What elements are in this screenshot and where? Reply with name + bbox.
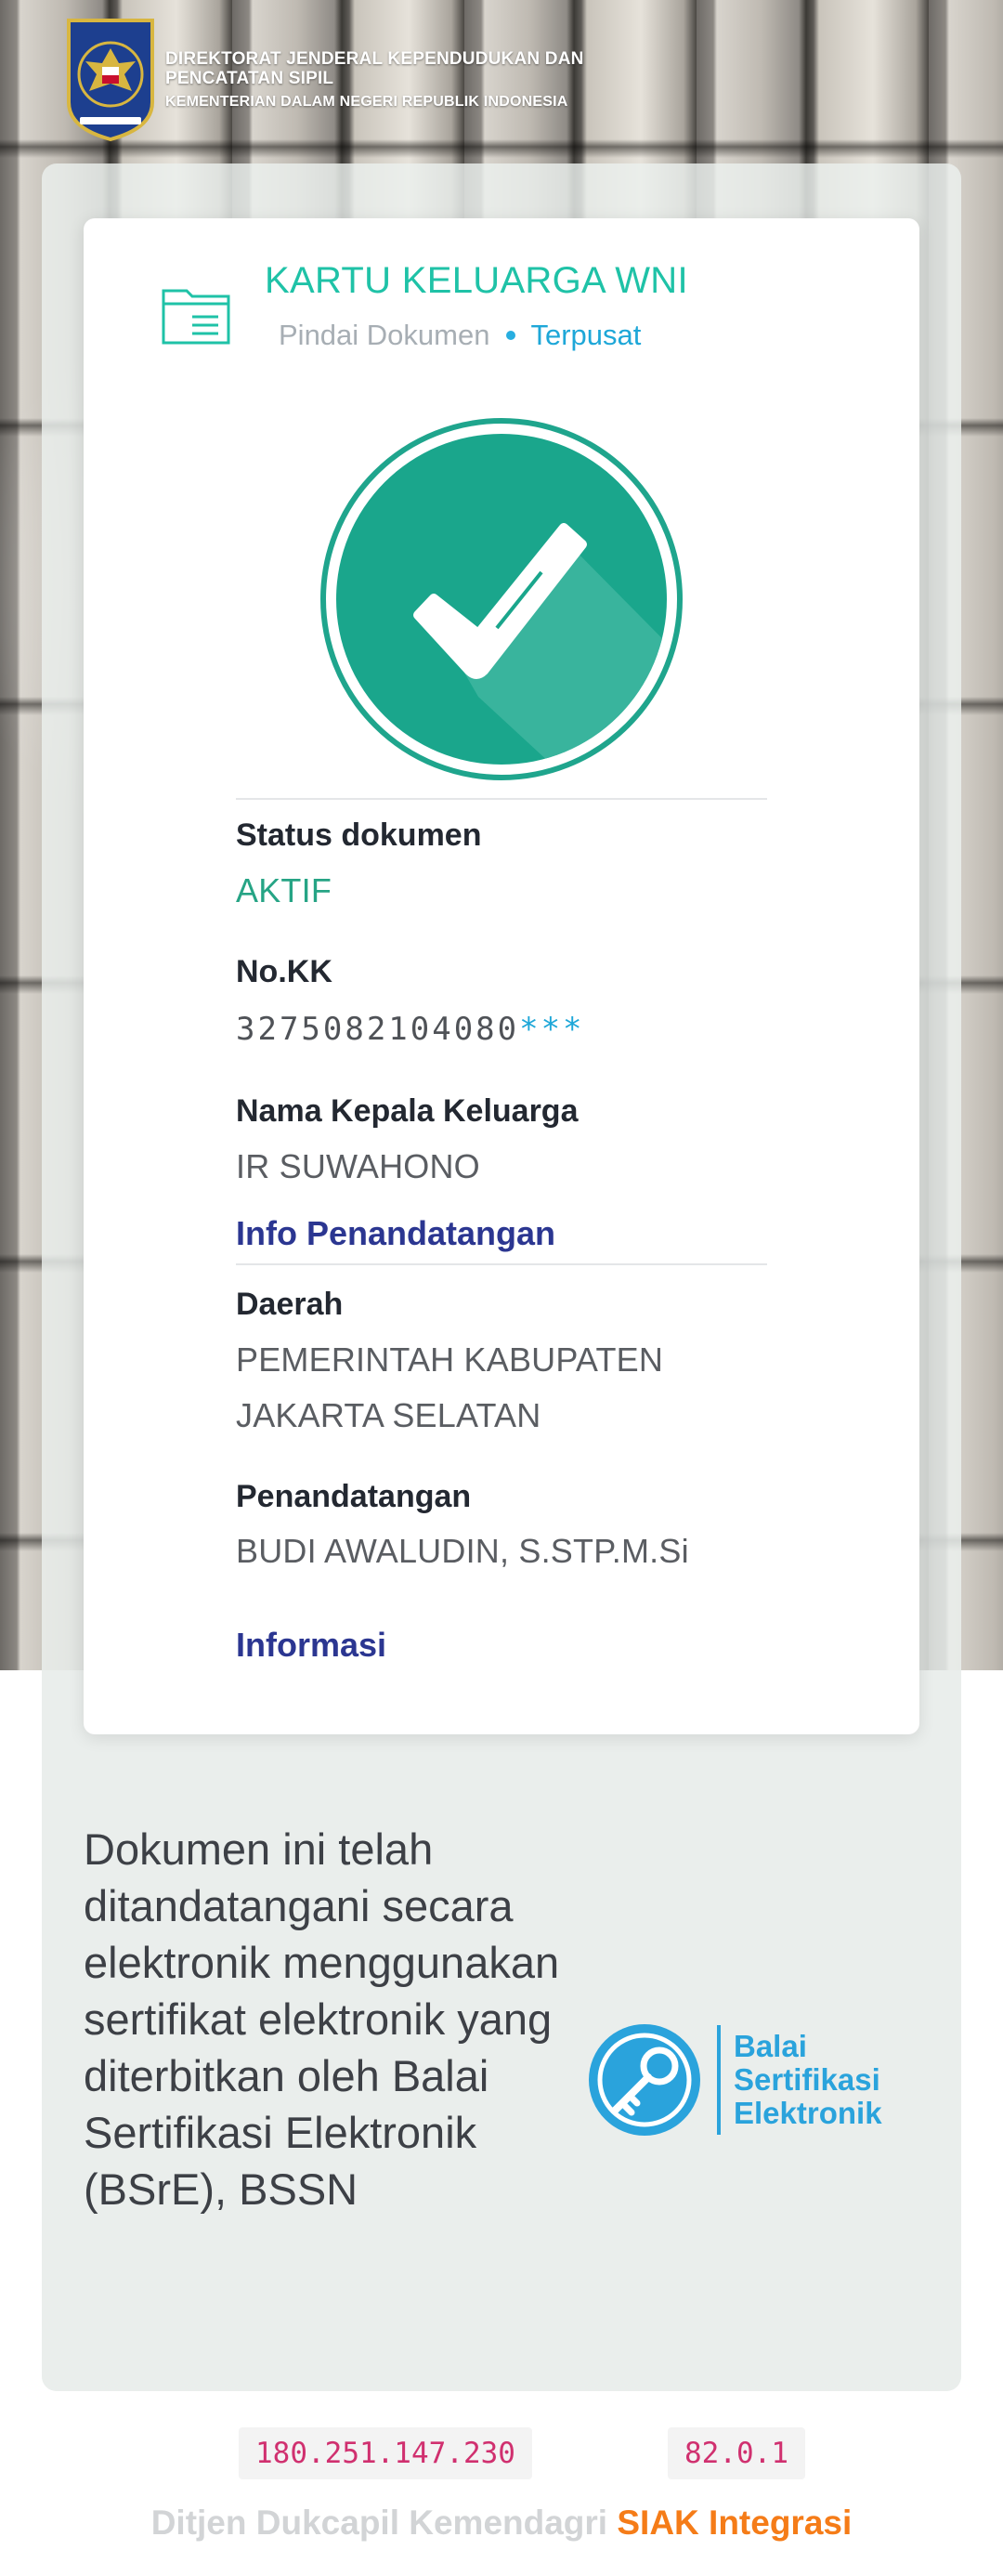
subtitle-scan: Pindai Dokumen	[279, 319, 490, 351]
document-subtitle: Pindai Dokumen Terpusat	[279, 319, 641, 352]
region-value-line2: JAKARTA SELATAN	[236, 1396, 541, 1434]
agency-name: DIREKTORAT JENDERAL KEPENDUDUKAN DAN PEN…	[165, 49, 584, 88]
bsre-logo-line1: Balai	[734, 2029, 807, 2063]
family-head-label: Nama Kepala Keluarga	[236, 1093, 579, 1129]
subtitle-central: Terpusat	[530, 319, 642, 351]
bsre-statement: Dokumen ini telah ditandatangani secara …	[84, 1824, 560, 2214]
document-folder-icon	[162, 289, 230, 345]
status-value: AKTIF	[236, 871, 332, 909]
family-head-value: IR SUWAHONO	[236, 1147, 480, 1185]
kk-number-label: No.KK	[236, 954, 332, 989]
footer-credit-right[interactable]: SIAK Integrasi	[617, 2504, 852, 2542]
kk-number-value: 3275082104080***	[236, 1011, 585, 1048]
footer-credit-left: Ditjen Dukcapil Kemendagri	[150, 2504, 608, 2542]
ministry-name: KEMENTERIAN DALAM NEGERI REPUBLIK INDONE…	[165, 94, 568, 110]
document-type-title: KARTU KELUARGA WNI	[265, 260, 688, 301]
divider	[236, 798, 767, 800]
bsre-logo-line2: Sertifikasi	[734, 2062, 880, 2097]
status-label: Status dokumen	[236, 817, 482, 853]
checkmark-circle-icon	[320, 418, 683, 780]
ip-address-badge: 180.251.147.230	[239, 2427, 532, 2479]
key-seal-icon	[589, 2024, 700, 2136]
garuda-emblem-icon	[67, 19, 154, 142]
signer-label: Penandatangan	[236, 1479, 472, 1514]
divider	[236, 1263, 767, 1265]
page-header: DIREKTORAT JENDERAL KEPENDUDUKAN DAN PEN…	[61, 17, 611, 143]
footer-credit: Ditjen Dukcapil Kemendagri SIAK Integras…	[0, 2504, 1003, 2543]
version-badge: 82.0.1	[668, 2427, 805, 2479]
kk-number-mask: ***	[519, 1011, 585, 1048]
bullet-dot-icon	[506, 331, 516, 340]
region-value-line1: PEMERINTAH KABUPATEN	[236, 1340, 664, 1379]
signer-value: BUDI AWALUDIN, S.STP.M.Si	[236, 1532, 689, 1570]
bsre-logo-line3: Elektronik	[734, 2096, 882, 2130]
information-link[interactable]: Informasi	[236, 1626, 386, 1665]
signer-info-heading[interactable]: Info Penandatangan	[236, 1214, 555, 1253]
bsre-logo: Balai Sertifikasi Elektronik	[589, 2024, 882, 2136]
region-label: Daerah	[236, 1287, 344, 1322]
document-card: KARTU KELUARGA WNI Pindai Dokumen Terpus…	[84, 218, 919, 1734]
kk-number-visible: 3275082104080	[236, 1011, 520, 1048]
